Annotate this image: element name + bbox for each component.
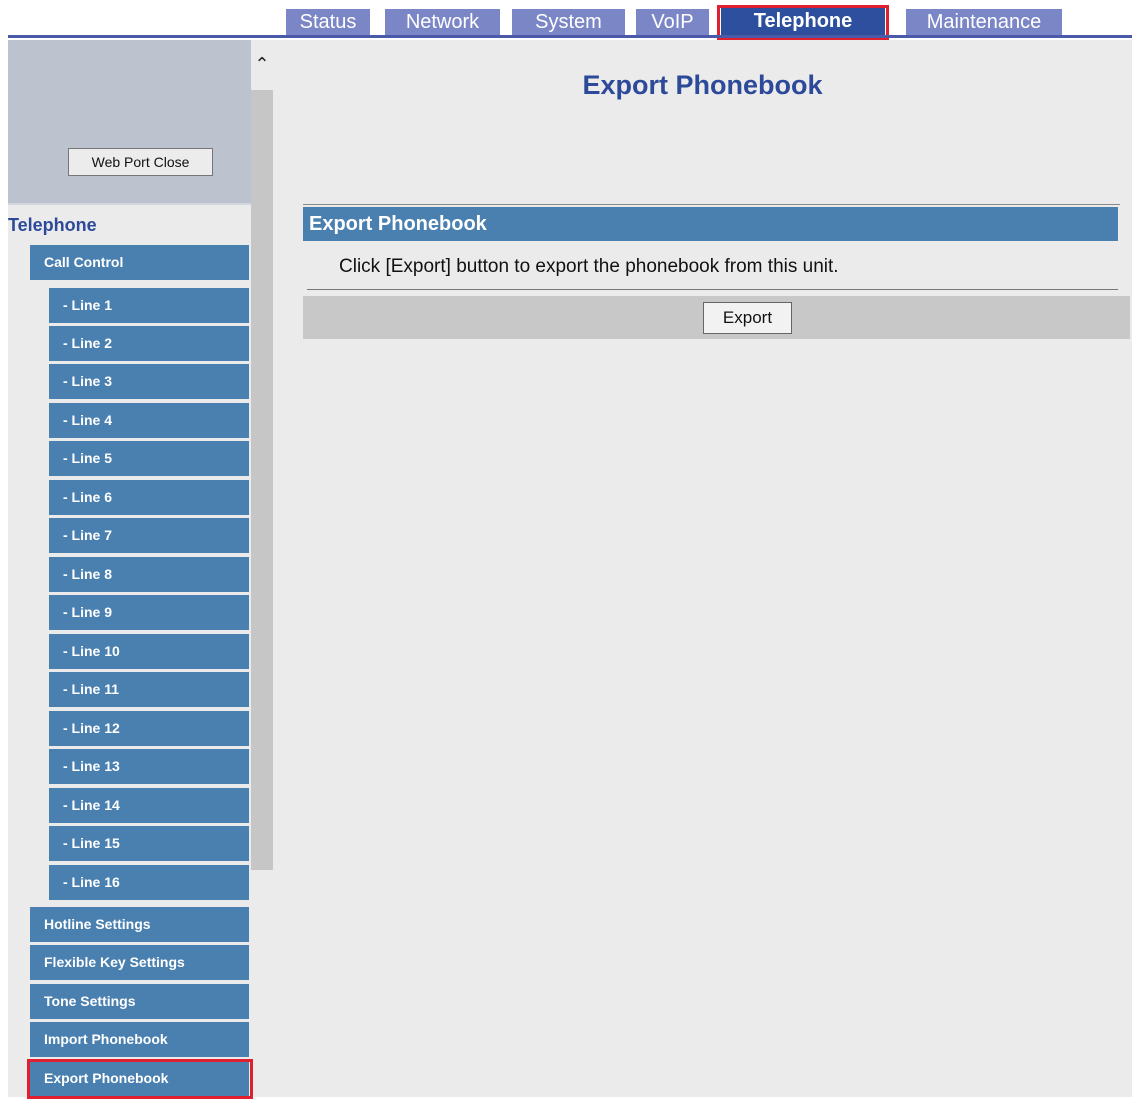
tab-system[interactable]: System: [512, 9, 625, 35]
section-header: Export Phonebook: [303, 207, 1118, 241]
sidebar-item-call-control[interactable]: Call Control: [30, 245, 249, 280]
scroll-up-arrow-icon[interactable]: ⌃: [251, 54, 273, 74]
tab-telephone[interactable]: Telephone: [721, 8, 885, 35]
export-button[interactable]: Export: [703, 302, 792, 334]
sidebar-item-line-11[interactable]: - Line 11: [49, 672, 249, 707]
divider: [303, 204, 1120, 205]
sidebar-item-flexible-key-settings[interactable]: Flexible Key Settings: [30, 945, 249, 980]
sidebar-item-line-9[interactable]: - Line 9: [49, 595, 249, 630]
export-description: Click [Export] button to export the phon…: [339, 256, 839, 277]
tab-network[interactable]: Network: [385, 9, 500, 35]
sidebar-item-line-7[interactable]: - Line 7: [49, 518, 249, 553]
sidebar-item-line-12[interactable]: - Line 12: [49, 711, 249, 746]
sidebar-item-export-phonebook[interactable]: Export Phonebook: [30, 1061, 249, 1096]
sidebar-item-line-6[interactable]: - Line 6: [49, 480, 249, 515]
tab-underline: [8, 35, 1132, 38]
sidebar-item-line-10[interactable]: - Line 10: [49, 634, 249, 669]
sidebar-item-line-4[interactable]: - Line 4: [49, 403, 249, 438]
sidebar-item-line-5[interactable]: - Line 5: [49, 441, 249, 476]
sidebar-item-line-16[interactable]: - Line 16: [49, 865, 249, 900]
sidebar-item-line-3[interactable]: - Line 3: [49, 364, 249, 399]
sidebar: Web Port Close ⌃ Telephone Call Control …: [8, 40, 273, 1099]
sidebar-item-line-8[interactable]: - Line 8: [49, 557, 249, 592]
top-tab-bar: Status Network System VoIP Telephone Mai…: [0, 0, 1132, 41]
scrollbar-thumb[interactable]: [251, 90, 273, 870]
sidebar-item-line-2[interactable]: - Line 2: [49, 326, 249, 361]
page-title: Export Phonebook: [582, 70, 823, 100]
tab-voip[interactable]: VoIP: [636, 9, 709, 35]
divider: [307, 289, 1118, 290]
web-port-close-button[interactable]: Web Port Close: [68, 148, 213, 176]
sidebar-item-tone-settings[interactable]: Tone Settings: [30, 984, 249, 1019]
sidebar-section-title: Telephone: [8, 215, 97, 235]
sidebar-header-panel: Web Port Close: [8, 40, 251, 205]
main-content: Export Phonebook Export Phonebook Click …: [273, 40, 1132, 1097]
action-bar: Export: [303, 296, 1130, 339]
tab-status[interactable]: Status: [286, 9, 370, 35]
sidebar-item-line-14[interactable]: - Line 14: [49, 788, 249, 823]
sidebar-item-hotline-settings[interactable]: Hotline Settings: [30, 907, 249, 942]
sidebar-item-import-phonebook[interactable]: Import Phonebook: [30, 1022, 249, 1057]
sidebar-item-line-1[interactable]: - Line 1: [49, 288, 249, 323]
sidebar-item-line-13[interactable]: - Line 13: [49, 749, 249, 784]
tab-maintenance[interactable]: Maintenance: [906, 9, 1062, 35]
sidebar-item-line-15[interactable]: - Line 15: [49, 826, 249, 861]
